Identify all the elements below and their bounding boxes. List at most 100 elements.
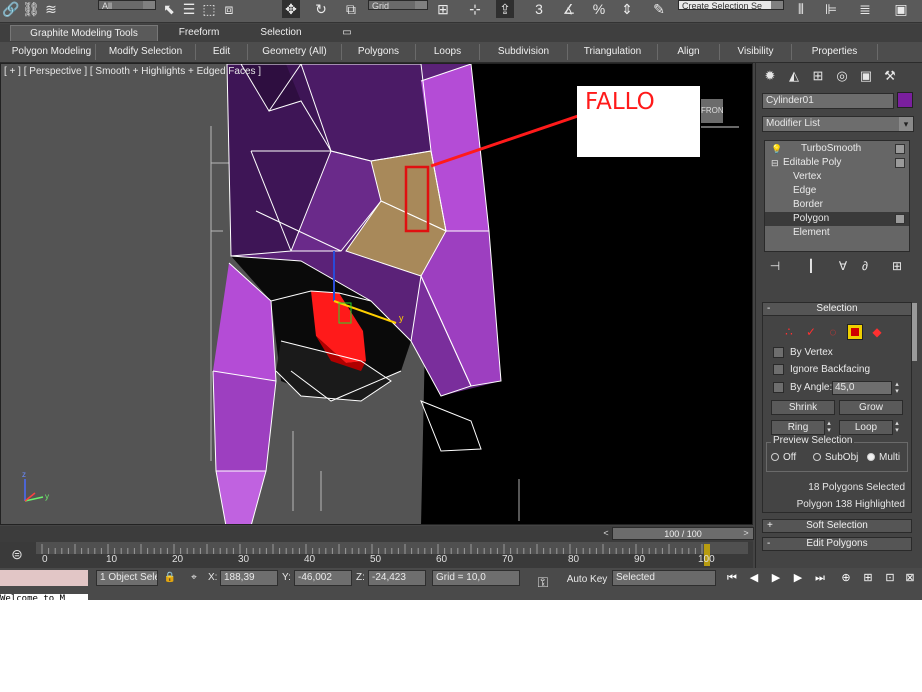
go-to-end-icon[interactable]: ⏭ — [810, 570, 830, 586]
by-vertex-checkbox[interactable]: By Vertex — [773, 346, 833, 360]
y-coordinate-field[interactable]: -46,002 — [294, 570, 352, 586]
maximize-viewport-icon[interactable]: ⊠ — [900, 570, 920, 586]
stack-toggle[interactable] — [895, 144, 905, 154]
panel-subdivision[interactable]: Subdivision — [480, 44, 568, 60]
hierarchy-icon[interactable]: ⊞ — [808, 67, 828, 85]
snap-3-icon[interactable]: 3 — [530, 0, 548, 18]
spinner-snap-icon[interactable]: ⇕ — [618, 0, 636, 18]
stack-item-element[interactable]: Element — [765, 226, 909, 240]
rotate-icon[interactable]: ↻ — [312, 0, 330, 18]
configure-sets-icon[interactable]: ⊞ — [888, 257, 906, 275]
lightbulb-icon[interactable]: 💡 — [771, 142, 782, 156]
preview-multi-radio[interactable]: Multi — [867, 452, 900, 464]
make-unique-icon[interactable]: ∀ — [834, 257, 852, 275]
display-icon[interactable]: ▣ — [856, 67, 876, 85]
stack-item-vertex[interactable]: Vertex — [765, 170, 909, 184]
material-editor-icon[interactable]: ▣ — [892, 0, 910, 18]
ribbon-minimize-icon[interactable]: ▭ — [338, 25, 356, 41]
stack-toggle[interactable] — [895, 158, 905, 168]
ref-coord-dropdown[interactable]: Grid — [368, 0, 428, 11]
show-end-result-icon[interactable]: ┃ — [802, 257, 820, 275]
unlink-icon[interactable]: ⛓ — [22, 0, 40, 18]
stack-item-polygon[interactable]: Polygon — [765, 212, 909, 226]
ring-spinner[interactable]: ▴ ▾ — [825, 420, 833, 434]
border-mode-icon[interactable]: ◌ — [825, 324, 841, 340]
object-color-swatch[interactable] — [897, 92, 913, 108]
loop-spinner[interactable]: ▴ ▾ — [893, 420, 901, 434]
object-name-field[interactable]: Cylinder01 — [762, 93, 894, 109]
edit-named-sets-icon[interactable]: ✎ — [650, 0, 668, 18]
preview-subobj-radio[interactable]: SubObj — [813, 452, 858, 464]
x-coordinate-field[interactable]: 188,39 — [220, 570, 278, 586]
region-select-icon[interactable]: ⬚ — [200, 0, 218, 18]
panel-properties[interactable]: Properties — [792, 44, 878, 60]
panel-modify-selection[interactable]: Modify Selection — [96, 44, 196, 60]
window-crossing-icon[interactable]: ⧈ — [220, 0, 238, 18]
modifier-list-dropdown[interactable]: Modifier List ▾ — [762, 116, 914, 132]
loop-button[interactable]: Loop — [839, 420, 893, 435]
layer-manager-icon[interactable]: ≣ — [856, 0, 874, 18]
scale-icon[interactable]: ⧉ — [342, 0, 360, 18]
remove-modifier-icon[interactable]: ∂ — [856, 257, 874, 275]
time-slider-thumb[interactable]: 100 / 100 — [612, 527, 754, 540]
motion-icon[interactable]: ◎ — [832, 67, 852, 85]
edit-polygons-rollout-header[interactable]: - Edit Polygons — [762, 537, 912, 551]
maxscript-text[interactable]: Welcome to M — [0, 594, 88, 600]
absolute-mode-icon[interactable]: ⌖ — [186, 570, 202, 586]
zoom-extents-icon[interactable]: ⊡ — [880, 570, 900, 586]
stack-item-editable-poly[interactable]: ⊟ Editable Poly — [765, 156, 909, 170]
viewport-label[interactable]: [ + ] [ Perspective ] [ Smooth + Highlig… — [4, 66, 261, 77]
tab-selection[interactable]: Selection — [250, 25, 312, 41]
panel-visibility[interactable]: Visibility — [720, 44, 792, 60]
next-frame-icon[interactable]: ▶ — [788, 570, 808, 586]
named-selection-field[interactable]: Create Selection Se — [678, 0, 784, 11]
shrink-button[interactable]: Shrink — [771, 400, 835, 415]
modify-icon[interactable]: ◭ — [784, 67, 804, 85]
tab-graphite-modeling-tools[interactable]: Graphite Modeling Tools — [10, 25, 158, 41]
stack-item-border[interactable]: Border — [765, 198, 909, 212]
move-icon[interactable]: ✥ — [282, 0, 300, 18]
panel-loops[interactable]: Loops — [416, 44, 480, 60]
collapse-icon[interactable]: ⊟ — [771, 156, 779, 170]
ignore-backfacing-checkbox[interactable]: Ignore Backfacing — [773, 363, 870, 377]
element-mode-icon[interactable]: ◆ — [869, 324, 885, 340]
grow-button[interactable]: Grow — [839, 400, 903, 415]
by-angle-checkbox[interactable]: By Angle: — [773, 381, 832, 395]
utilities-icon[interactable]: ⚒ — [880, 67, 900, 85]
pin-stack-icon[interactable]: ⊣ — [766, 257, 784, 275]
zoom-icon[interactable]: ⊕ — [836, 570, 856, 586]
auto-key-button[interactable]: Auto Key — [562, 572, 612, 588]
select-by-name-icon[interactable]: ☰ — [180, 0, 198, 18]
command-panel-scrollbar[interactable] — [912, 303, 917, 361]
previous-frame-icon[interactable]: ◀ — [744, 570, 764, 586]
panel-edit[interactable]: Edit — [196, 44, 248, 60]
time-next-arrow[interactable]: > — [740, 527, 752, 540]
maxscript-listener[interactable] — [0, 570, 88, 586]
soft-selection-rollout-header[interactable]: + Soft Selection — [762, 519, 912, 533]
zoom-all-icon[interactable]: ⊞ — [858, 570, 878, 586]
panel-triangulation[interactable]: Triangulation — [568, 44, 658, 60]
mirror-icon[interactable]: ⫴ — [792, 0, 810, 18]
time-prev-arrow[interactable]: < — [600, 527, 612, 540]
angle-spinner[interactable]: ▴ ▾ — [893, 381, 901, 395]
panel-polygon-modeling[interactable]: Polygon Modeling — [8, 44, 96, 60]
manipulate-icon[interactable]: ⊹ — [466, 0, 484, 18]
create-icon[interactable]: ✹ — [760, 67, 780, 85]
ring-button[interactable]: Ring — [771, 420, 825, 435]
stack-item-edge[interactable]: Edge — [765, 184, 909, 198]
selection-rollout-header[interactable]: - Selection — [762, 302, 912, 316]
angle-field[interactable]: 45,0 — [832, 381, 892, 395]
percent-snap-icon[interactable]: % — [590, 0, 608, 18]
time-slider[interactable]: 100 / 100 < > — [0, 526, 754, 542]
lock-icon[interactable]: 🔒 — [162, 570, 178, 586]
select-object-icon[interactable]: ⬉ — [160, 0, 178, 18]
go-to-start-icon[interactable]: ⏮ — [722, 570, 742, 586]
preview-off-radio[interactable]: Off — [771, 452, 796, 464]
angle-snap-icon[interactable]: ∡ — [560, 0, 578, 18]
vertex-mode-icon[interactable]: ∴ — [781, 324, 797, 340]
z-coordinate-field[interactable]: -24,423 — [368, 570, 426, 586]
stack-toggle[interactable] — [895, 214, 905, 224]
stack-item-turbosmooth[interactable]: 💡 TurboSmooth — [765, 142, 909, 156]
panel-align[interactable]: Align — [658, 44, 720, 60]
tab-freeform[interactable]: Freeform — [168, 25, 230, 41]
